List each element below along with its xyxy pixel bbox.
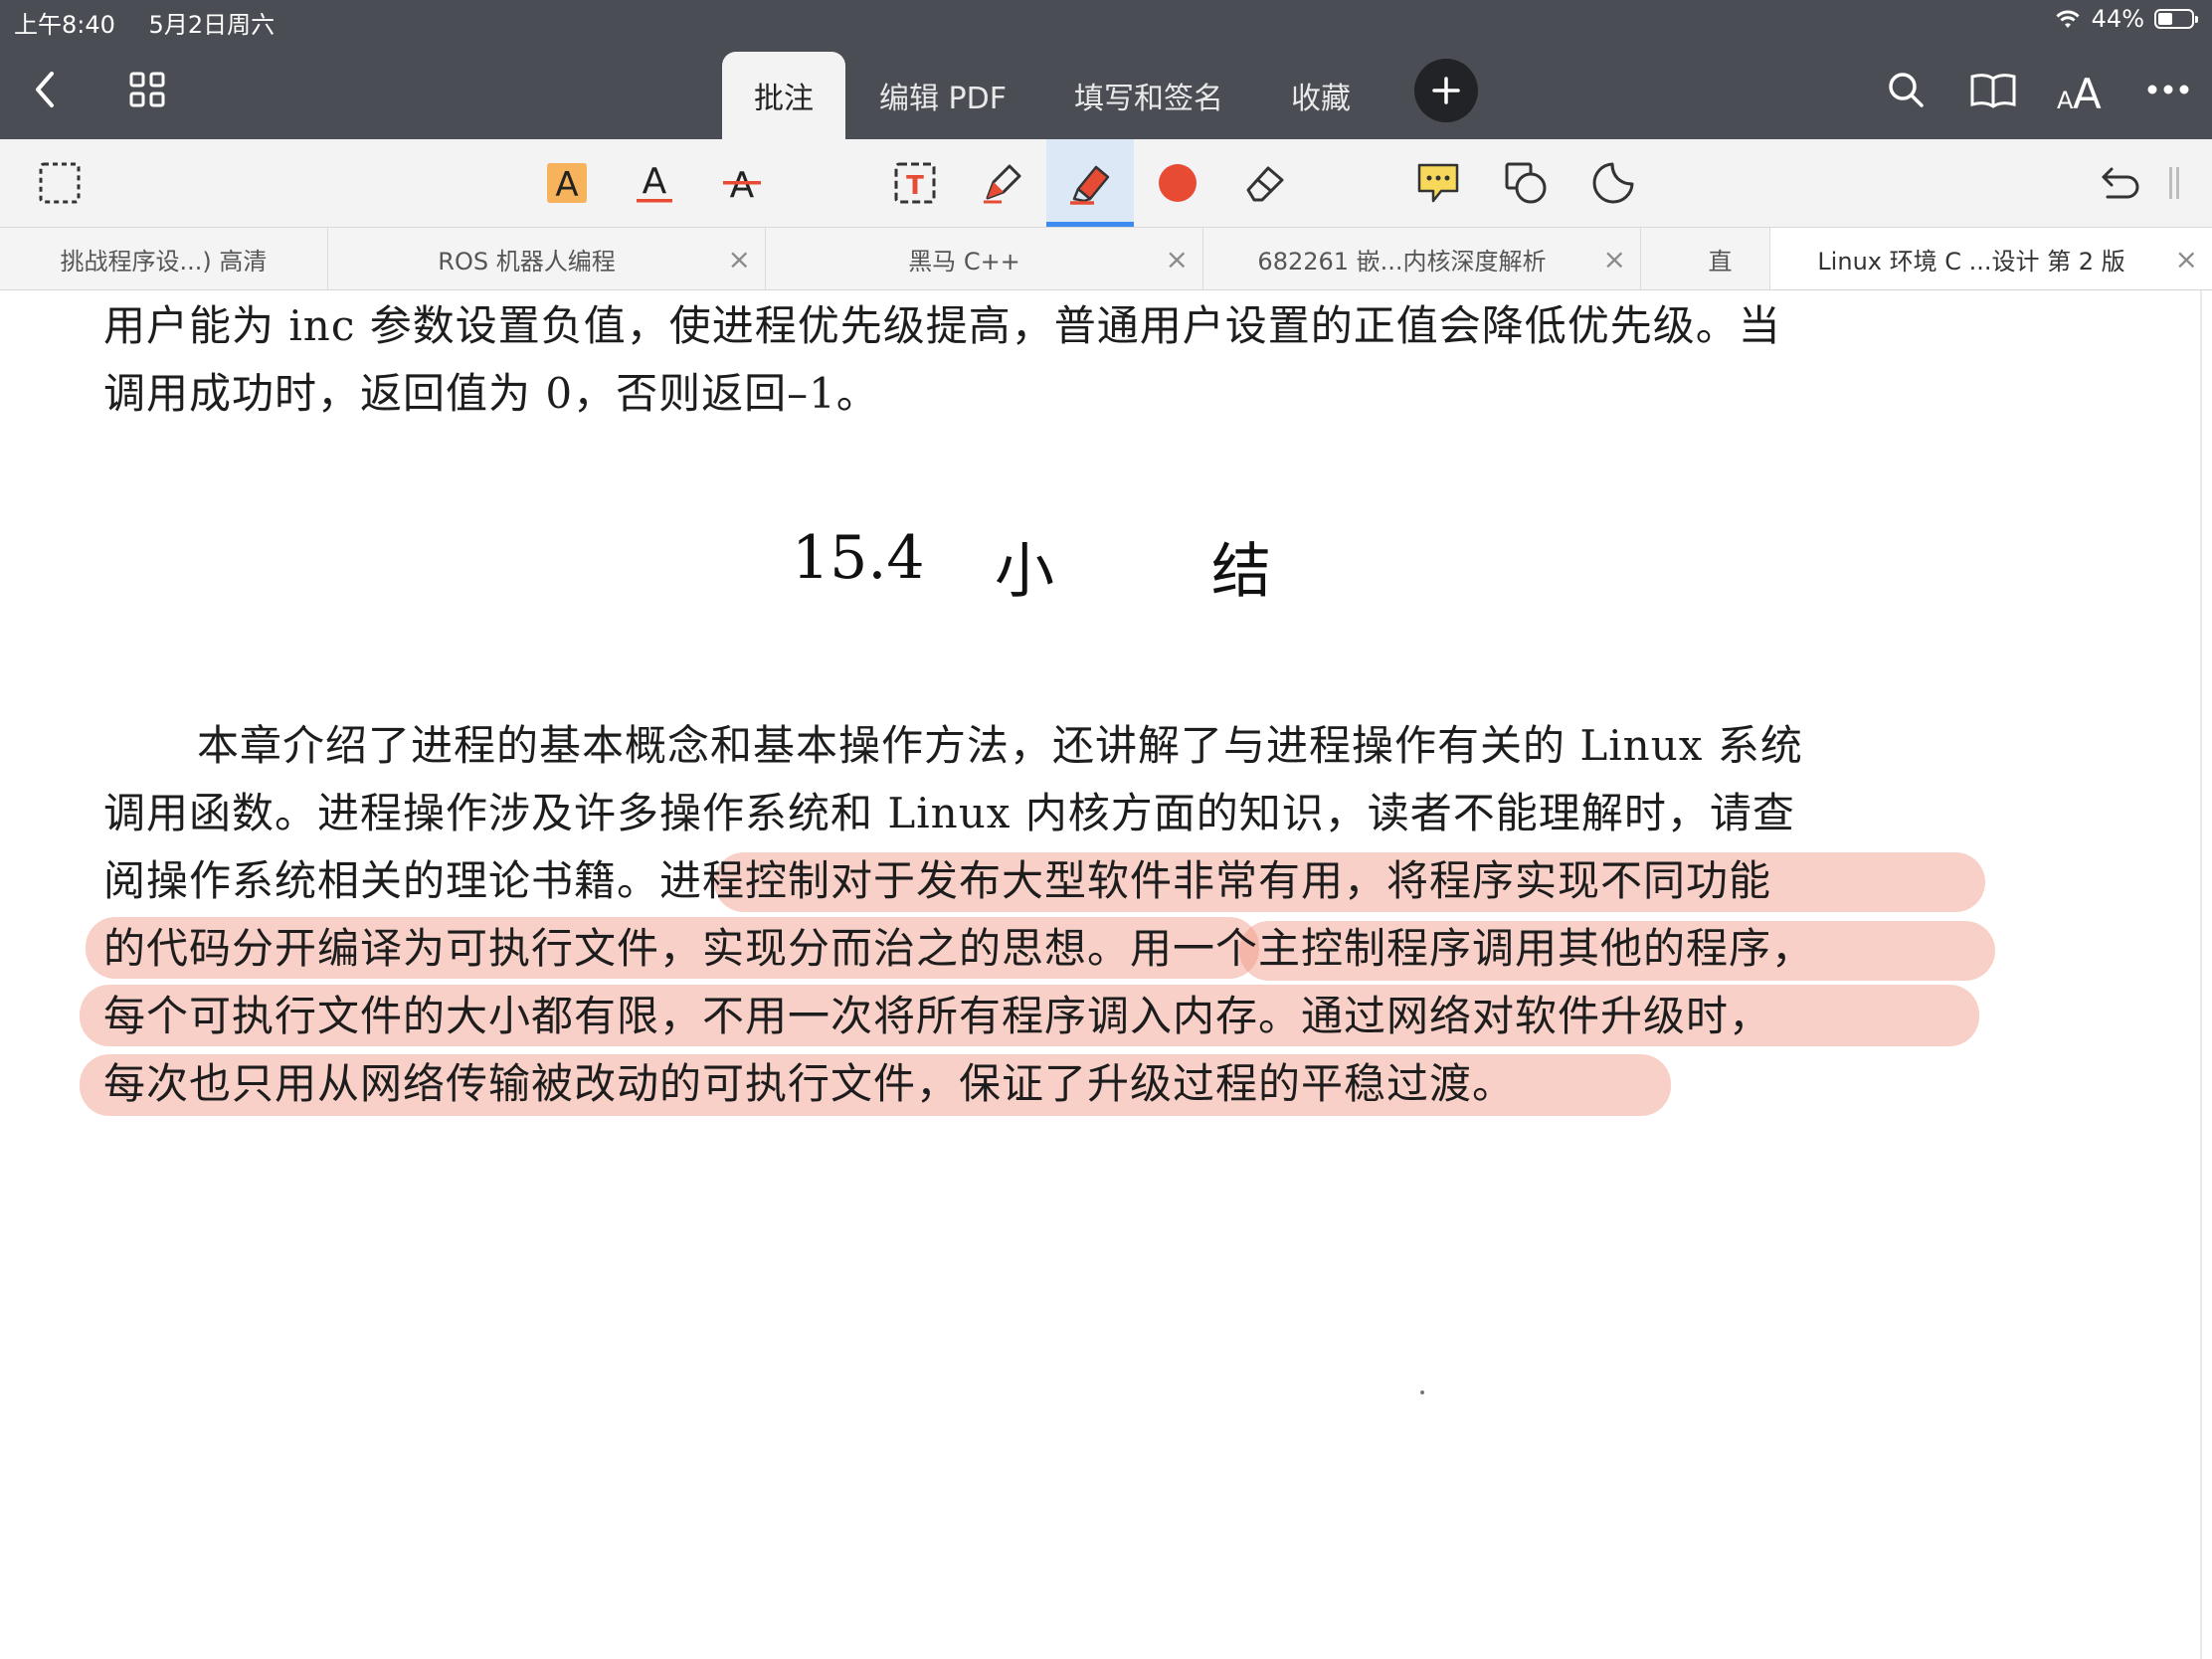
- text-size-icon[interactable]: AA: [2053, 60, 2113, 119]
- status-date: 5月2日周六: [148, 11, 276, 39]
- text-line: 本章介绍了进程的基本概念和基本操作方法，还讲解了与进程操作有关的 Linux 系…: [197, 721, 1803, 770]
- select-icon[interactable]: [16, 139, 103, 227]
- more-icon[interactable]: [2140, 66, 2196, 113]
- text-line: 每次也只用从网络传输被改动的可执行文件，保证了升级过程的平稳过渡。: [103, 1059, 1516, 1108]
- text-line: 的代码分开编译为可执行文件，实现分而治之的思想。用一个主控制程序调用其他的程序，: [103, 924, 1815, 973]
- svg-text:A: A: [2057, 87, 2074, 114]
- svg-text:A: A: [730, 165, 755, 205]
- highlighter-icon[interactable]: [1046, 139, 1134, 227]
- tab-annotate[interactable]: 批注: [722, 52, 845, 139]
- doc-tab[interactable]: 682261 嵌...内核深度解析 ×: [1203, 228, 1641, 289]
- section-number: 15.4: [792, 523, 925, 593]
- tab-edit-pdf[interactable]: 编辑 PDF: [845, 52, 1040, 139]
- section-heading: 15.4 小 结: [0, 517, 2212, 607]
- svg-text:A: A: [555, 165, 578, 205]
- svg-text:T: T: [906, 171, 924, 201]
- sticker-icon[interactable]: [1569, 139, 1657, 227]
- strikethrough-text-icon[interactable]: A: [698, 139, 786, 227]
- search-icon[interactable]: [1880, 64, 1932, 115]
- shapes-icon[interactable]: [1482, 139, 1569, 227]
- tab-fill-sign[interactable]: 填写和签名: [1040, 52, 1257, 139]
- text-line: 用户能为 inc 参数设置负值，使进程优先级提高，普通用户设置的正值会降低优先级…: [103, 301, 1781, 350]
- close-icon[interactable]: ×: [728, 243, 751, 276]
- doc-tab-label: 直: [1708, 247, 1733, 276]
- status-time: 上午8:40: [14, 11, 115, 39]
- doc-tab-active[interactable]: Linux 环境 C ...设计 第 2 版 ×: [1770, 228, 2212, 289]
- doc-tab[interactable]: 挑战程序设...) 高清: [0, 228, 328, 289]
- battery-icon: [2154, 9, 2198, 29]
- doc-tab-label: 挑战程序设...) 高清: [60, 247, 268, 276]
- svg-text:A: A: [643, 161, 667, 202]
- close-icon[interactable]: ×: [1603, 243, 1626, 276]
- doc-tab-label: 682261 嵌...内核深度解析: [1257, 247, 1547, 276]
- document-tabs: 挑战程序设...) 高清 ROS 机器人编程 × 黑马 C++ × 682261…: [0, 228, 2212, 290]
- text-box-icon[interactable]: T: [871, 139, 959, 227]
- mode-tabs: 批注 编辑 PDF 填写和签名 收藏: [722, 52, 1384, 139]
- tab-favorites[interactable]: 收藏: [1257, 52, 1384, 139]
- wifi-icon: [2056, 10, 2080, 28]
- scan-speck: [1420, 1390, 1424, 1394]
- text-line: 每个可执行文件的大小都有限，不用一次将所有程序调入内存。通过网络对软件升级时，: [103, 992, 1772, 1040]
- pen-icon[interactable]: [959, 139, 1046, 227]
- close-icon[interactable]: ×: [1166, 243, 1189, 276]
- status-bar: 上午8:40 5月2日周六 44%: [0, 0, 2212, 40]
- eraser-icon[interactable]: [1221, 139, 1309, 227]
- plus-icon: [1432, 77, 1460, 104]
- doc-tab-label: Linux 环境 C ...设计 第 2 版: [1817, 247, 2125, 276]
- close-icon[interactable]: ×: [2175, 243, 2198, 276]
- top-bar: 上午8:40 5月2日周六 44% 批注 编辑 PDF 填写和签名 收藏 A A: [0, 0, 2212, 139]
- chevron-left-icon[interactable]: [20, 60, 70, 119]
- book-icon[interactable]: [1965, 64, 2021, 115]
- doc-tab-label: ROS 机器人编程: [438, 247, 616, 276]
- doc-tab-label: 黑马 C++: [908, 247, 1020, 276]
- text-line: 阅操作系统相关的理论书籍。进程控制对于发布大型软件非常有用，将程序实现不同功能: [103, 856, 1772, 905]
- doc-tab[interactable]: ROS 机器人编程 ×: [328, 228, 766, 289]
- comment-icon[interactable]: [1394, 139, 1482, 227]
- doc-tab[interactable]: 黑马 C++ ×: [766, 228, 1203, 289]
- section-title-char: 小: [995, 537, 1054, 607]
- battery-percent: 44%: [2091, 5, 2144, 33]
- doc-tab[interactable]: 直: [1641, 228, 1770, 289]
- section-title-char: 结: [1211, 537, 1271, 607]
- text-line: 调用函数。进程操作涉及许多操作系统和 Linux 内核方面的知识，读者不能理解时…: [103, 789, 1795, 837]
- highlight-text-icon[interactable]: A: [523, 139, 611, 227]
- text-line: 调用成功时，返回值为 0，否则返回–1。: [103, 369, 879, 418]
- toolbar-handle[interactable]: [2144, 139, 2204, 227]
- grid-icon[interactable]: [123, 66, 171, 113]
- underline-text-icon[interactable]: A: [611, 139, 698, 227]
- color-dot-icon[interactable]: [1134, 139, 1221, 227]
- add-tool-button[interactable]: [1414, 59, 1478, 122]
- annotation-toolbar: A A A T: [0, 139, 2212, 228]
- page-edge: [2200, 290, 2202, 1659]
- svg-text:A: A: [2073, 70, 2102, 114]
